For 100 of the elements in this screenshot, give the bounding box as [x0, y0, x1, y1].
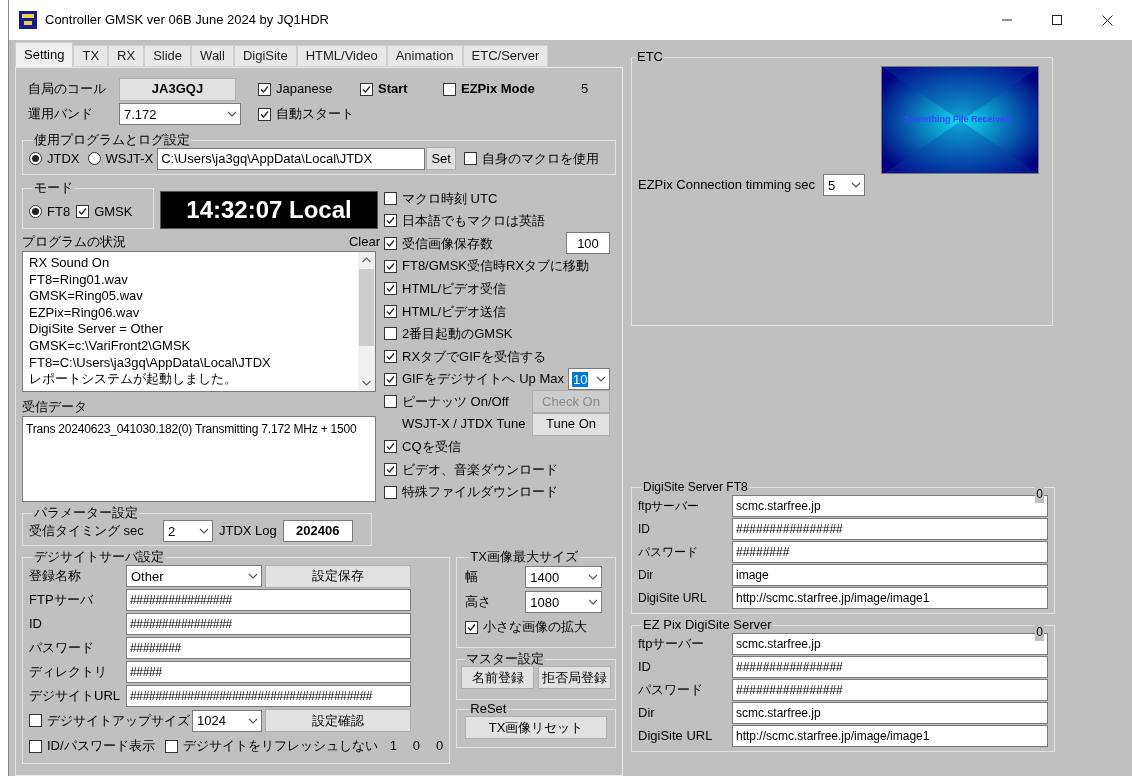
dropdown[interactable]: Other	[126, 565, 262, 587]
text-field[interactable]: ########	[732, 540, 1048, 563]
button[interactable]: TX画像リセット	[465, 716, 607, 739]
window-title: Controller GMSK ver 06B June 2024 by JQ1HDR	[45, 11, 329, 30]
checkbox[interactable]	[384, 462, 397, 476]
field-label: 運用バンド	[27, 105, 94, 124]
chevron-down-icon	[199, 528, 209, 534]
field-label: FTPサーバ	[29, 591, 94, 610]
tab[interactable]: TX	[73, 45, 109, 67]
checkbox-label: マクロ時刻 UTC	[402, 189, 498, 208]
text-field[interactable]: image	[732, 563, 1048, 586]
checkbox[interactable]	[384, 259, 397, 273]
dropdown[interactable]: 2	[163, 520, 213, 542]
field-label: 幅	[465, 568, 480, 587]
field-label: デジサイトURL	[29, 687, 121, 706]
checkbox[interactable]	[29, 714, 42, 727]
scrollbar[interactable]	[358, 252, 375, 391]
button[interactable]: Tune On	[532, 412, 610, 436]
log-line: FT8=C:\Users\ja3gq\AppData\Local\JTDX	[29, 354, 272, 372]
checkbox[interactable]	[384, 214, 397, 228]
checkbox[interactable]	[384, 349, 397, 363]
checkbox[interactable]	[258, 107, 271, 121]
checkbox[interactable]	[384, 304, 397, 318]
dropdown[interactable]: 5	[823, 174, 865, 196]
data-line: Trans 20240623_041030.182(0) Transmitting 7.172 MHz + 1500	[26, 421, 358, 438]
field-label: Dir	[638, 703, 656, 722]
radio-button[interactable]	[29, 205, 42, 218]
dropdown[interactable]: 1024	[192, 709, 262, 732]
checkbox[interactable]	[384, 395, 397, 409]
radio-button[interactable]	[29, 152, 42, 165]
counter-text: 0	[436, 737, 444, 756]
field-label: 自局のコール	[27, 80, 107, 99]
button[interactable]: Set	[426, 147, 457, 170]
text-field[interactable]: ################	[732, 517, 1048, 540]
checkbox[interactable]	[164, 739, 178, 753]
tab[interactable]: Slide	[144, 45, 192, 67]
text-field[interactable]: #####	[126, 661, 411, 683]
scrollbar-thumb[interactable]	[359, 269, 374, 346]
group-title: デジサイトサーバ設定	[33, 550, 165, 564]
chevron-down-icon	[248, 573, 258, 579]
clock-display: 14:32:07 Local	[160, 191, 378, 229]
button[interactable]: JA3GQJ	[119, 77, 236, 101]
field-label: 登録名称	[29, 567, 82, 586]
text-field[interactable]: 100	[566, 232, 610, 255]
close-icon	[1101, 14, 1113, 26]
checkbox[interactable]	[443, 82, 456, 96]
checkbox[interactable]	[384, 372, 397, 386]
checkbox[interactable]	[258, 82, 271, 96]
button[interactable]: 設定保存	[265, 564, 411, 588]
checkbox[interactable]	[76, 205, 90, 218]
checkbox[interactable]	[384, 237, 397, 250]
text-area[interactable]: Trans 20240623_041030.182(0) Transmitting 7.172 MHz + 1500	[22, 416, 376, 502]
tab[interactable]: Animation	[386, 45, 463, 67]
checkbox[interactable]	[384, 282, 397, 296]
tab[interactable]: RX	[108, 45, 145, 67]
tab[interactable]: HTML/Video	[296, 45, 387, 67]
tab[interactable]: Wall	[191, 45, 234, 67]
text-field[interactable]: ################	[732, 678, 1048, 701]
dropdown[interactable]: 7.172	[119, 103, 241, 125]
chevron-down-icon	[227, 111, 237, 117]
button[interactable]: 設定確認	[265, 709, 411, 732]
clear-link[interactable]: Clear	[348, 231, 380, 251]
text-field[interactable]: ################	[732, 655, 1048, 678]
text-field[interactable]: http://scmc.starfree.jp/image/image1	[732, 724, 1048, 747]
text-field[interactable]: scmc.starfree.jp	[732, 701, 1048, 724]
text-field[interactable]: ################	[126, 613, 411, 635]
text-field[interactable]: C:\Users\ja3gq\AppData\Local\JTDX	[157, 147, 426, 170]
checkbox[interactable]	[384, 327, 397, 341]
chevron-down-icon	[248, 717, 258, 724]
log-line: レポートシステムが起動しました。	[29, 371, 238, 388]
text-field[interactable]: 202406	[282, 520, 353, 542]
field-label: ディレクトリ	[29, 663, 108, 682]
tab[interactable]: ETC/Server	[462, 45, 549, 67]
radio-button[interactable]	[87, 152, 101, 165]
tab[interactable]: DigiSite	[233, 45, 297, 67]
text-field[interactable]: ######################################	[126, 685, 411, 707]
checkbox[interactable]	[465, 620, 479, 634]
field-label: 高さ	[465, 593, 493, 612]
text-field[interactable]: ########	[126, 637, 411, 659]
dropdown[interactable]: 1400	[525, 566, 603, 588]
button[interactable]: 拒否局登録	[538, 666, 611, 689]
dropdown[interactable]: 1080	[525, 591, 603, 613]
checkbox[interactable]	[29, 739, 42, 753]
checkbox[interactable]	[464, 152, 478, 165]
checkbox[interactable]	[384, 485, 397, 499]
text-field[interactable]: http://scmc.starfree.jp/image/image1	[732, 586, 1048, 609]
checkbox[interactable]	[384, 440, 397, 454]
field-label: ID	[638, 657, 652, 676]
tab[interactable]: Setting	[15, 42, 74, 67]
button[interactable]: 名前登録	[461, 666, 535, 689]
field-label: パスワード	[638, 680, 704, 699]
text-field[interactable]: ################	[126, 589, 411, 611]
log-line: EZPix=Ring06.wav	[29, 304, 141, 322]
checkbox-label: Japanese	[276, 80, 333, 99]
group-title: ETC	[636, 50, 664, 64]
checkbox[interactable]	[360, 82, 373, 96]
dropdown[interactable]: 10	[568, 368, 610, 391]
field-label: Dir	[638, 566, 655, 584]
checkbox[interactable]	[384, 191, 397, 205]
checkbox-label: 小さな画像の拡大	[483, 618, 588, 637]
